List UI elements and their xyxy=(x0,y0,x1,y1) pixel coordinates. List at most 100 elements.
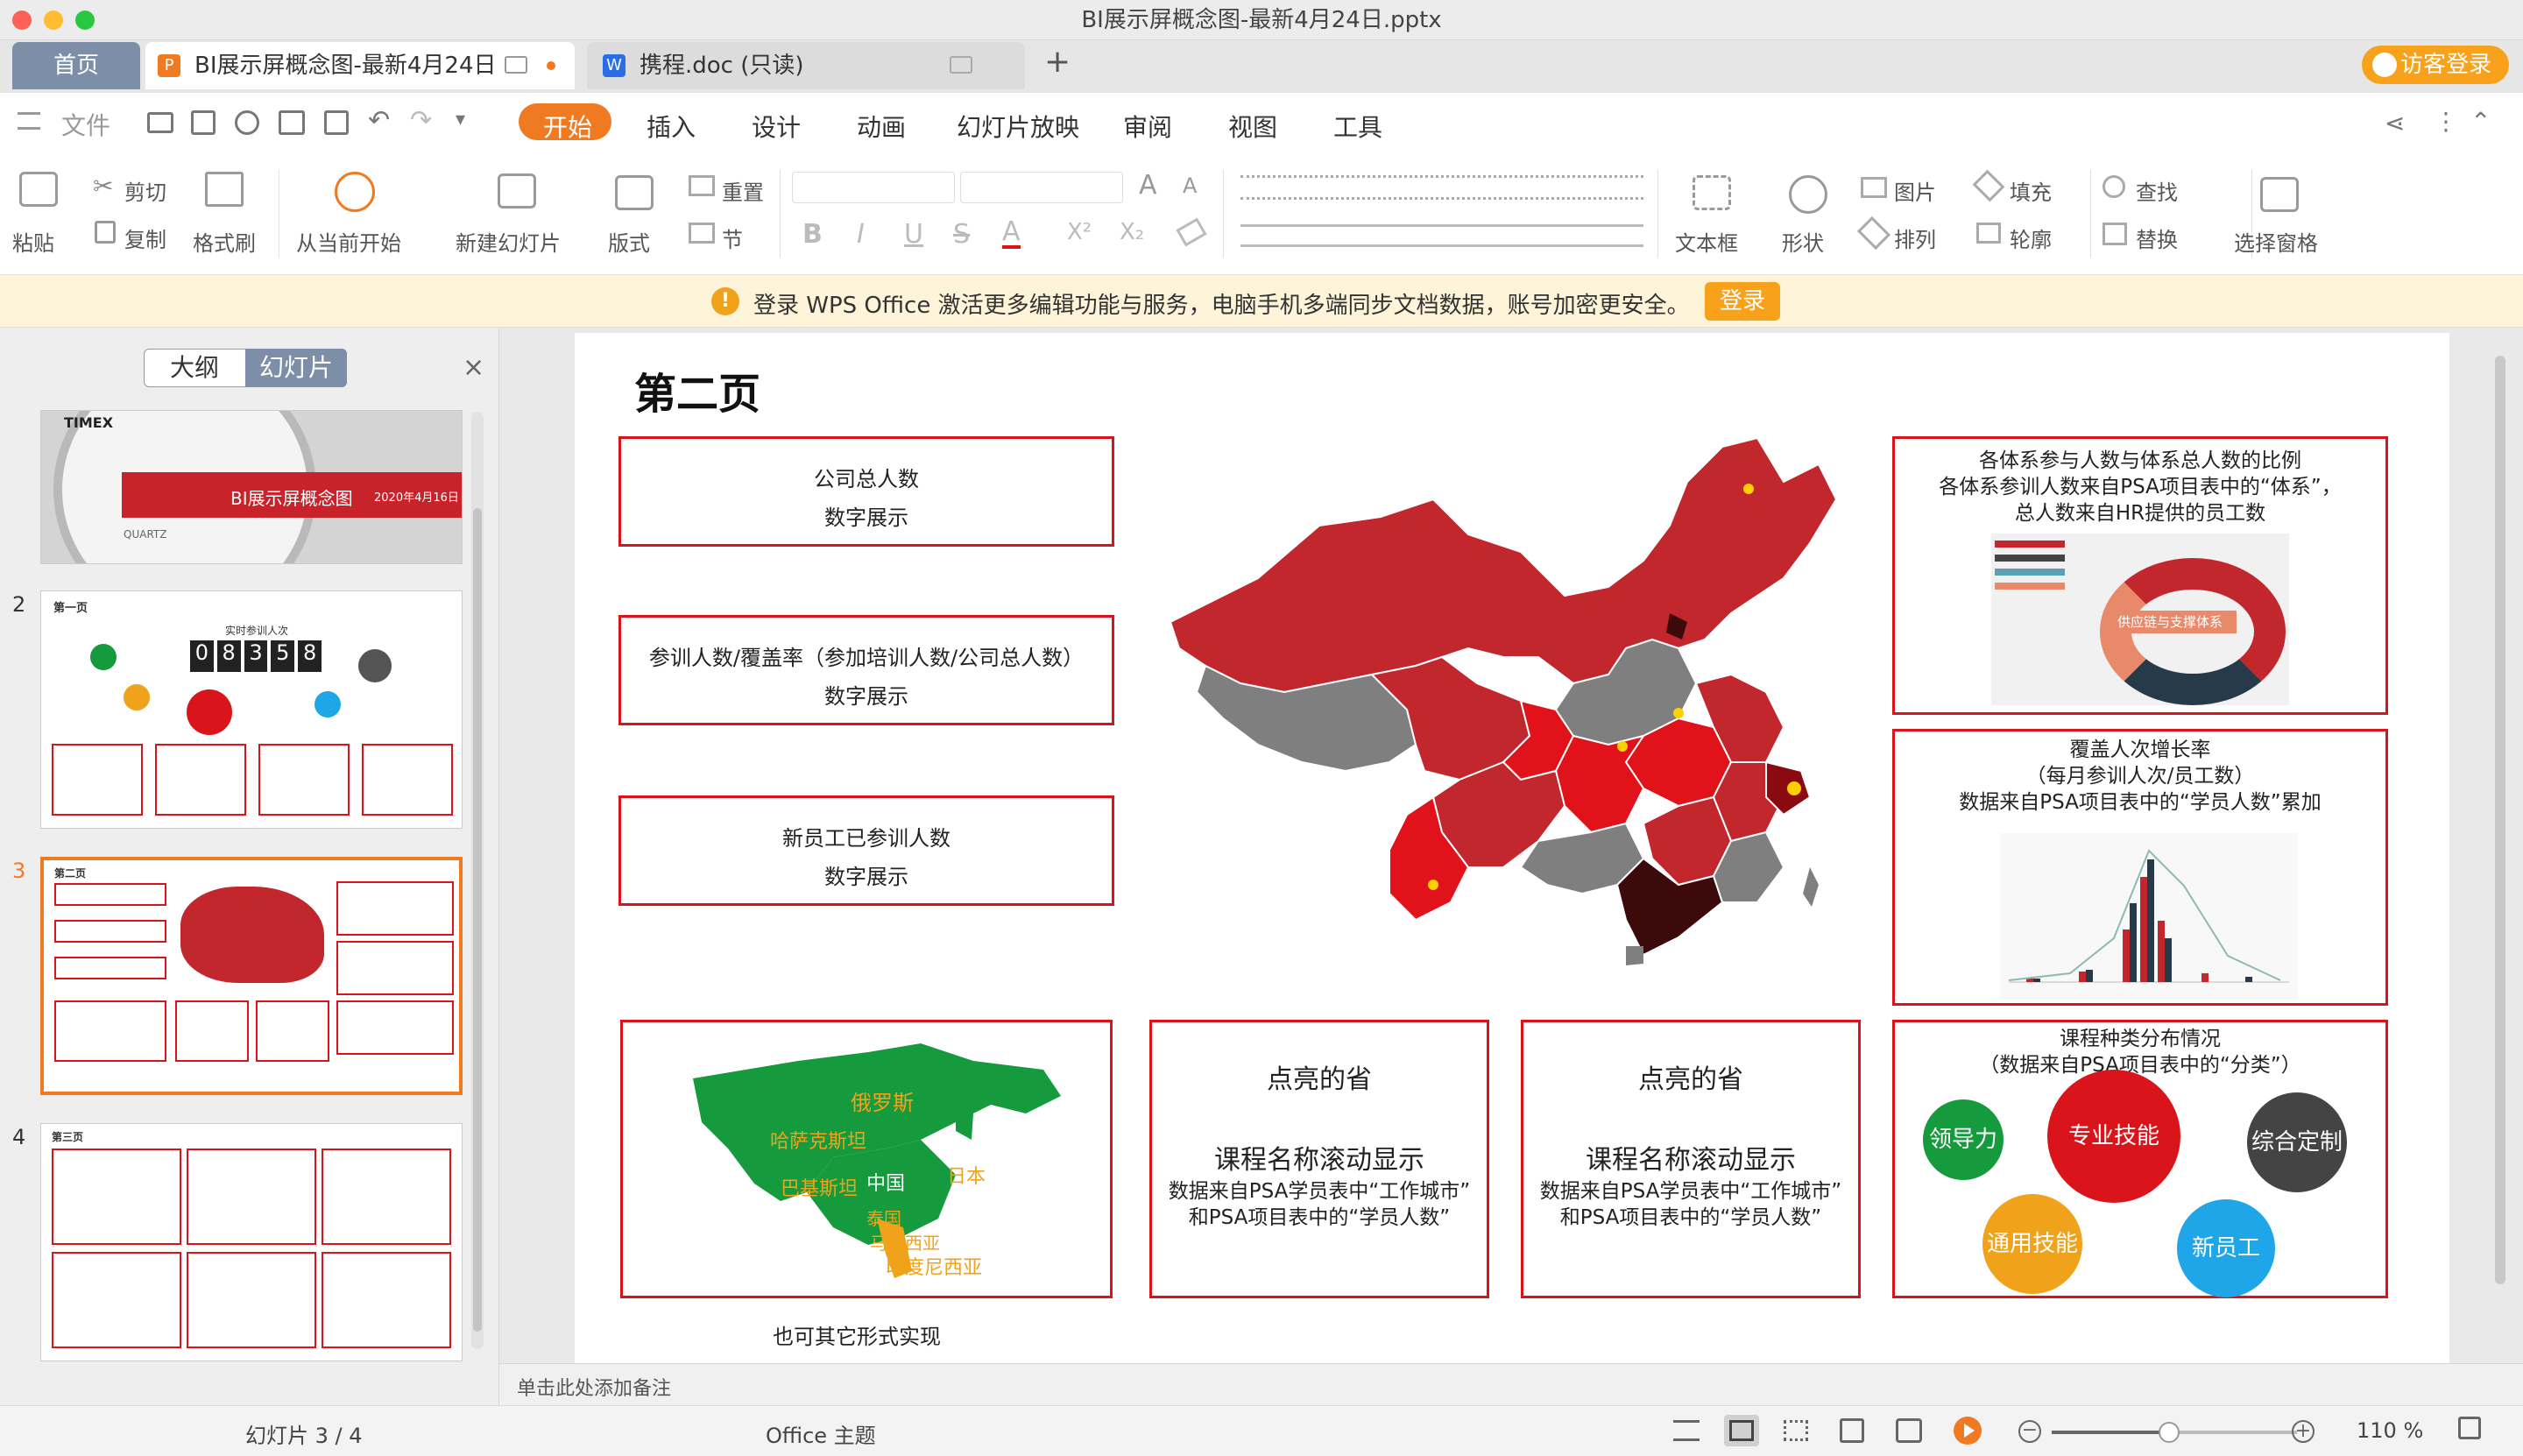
find-button[interactable]: 查找 xyxy=(2136,175,2178,206)
font-color-icon[interactable]: A xyxy=(1002,219,1021,249)
subscript-icon[interactable]: X₂ xyxy=(1120,219,1144,245)
underline-icon[interactable]: U xyxy=(904,219,923,250)
fill-icon[interactable] xyxy=(1972,169,2005,202)
decrease-font-size-icon[interactable]: A xyxy=(1183,173,1197,198)
reading-view-icon[interactable] xyxy=(1840,1418,1864,1443)
reset-icon[interactable] xyxy=(689,175,715,196)
new-slide-button[interactable]: 新建幻灯片 xyxy=(456,226,561,257)
section-icon[interactable] xyxy=(689,223,715,244)
hamburger-menu-icon[interactable] xyxy=(18,112,40,130)
tab-animation[interactable]: 动画 xyxy=(857,109,906,144)
strikethrough-icon[interactable]: S xyxy=(953,219,970,250)
banner-login-button[interactable]: 登录 xyxy=(1705,282,1780,321)
collapse-ribbon-icon[interactable]: ⌃ xyxy=(2470,107,2491,136)
thumbnail-scrollbar-thumb[interactable] xyxy=(473,508,482,1332)
paragraph-align-tools[interactable] xyxy=(1240,224,1643,247)
box-participation-rate[interactable]: 参训人数/覆盖率（参加培训人数/公司总人数） 数字展示 xyxy=(618,615,1114,725)
undo-icon[interactable]: ↶ xyxy=(368,105,390,136)
replace-icon[interactable] xyxy=(2102,223,2127,245)
shape-button[interactable]: 形状 xyxy=(1782,226,1824,257)
arrange-icon[interactable] xyxy=(1856,216,1891,251)
italic-icon[interactable]: I xyxy=(857,219,865,250)
slide-thumbnail-3-active[interactable]: 第二页 xyxy=(40,857,463,1095)
zoom-slider-handle[interactable] xyxy=(2159,1422,2180,1443)
map-marker[interactable] xyxy=(1787,781,1801,795)
bubble-leadership[interactable]: 领导力 xyxy=(1923,1099,2004,1180)
zoom-in-icon[interactable]: + xyxy=(2292,1420,2315,1443)
bubble-general-skills[interactable]: 通用技能 xyxy=(1982,1194,2082,1294)
play-from-current-icon[interactable] xyxy=(335,172,375,212)
box-new-employee-trained[interactable]: 新员工已参训人数 数字展示 xyxy=(618,795,1114,906)
shape-icon[interactable] xyxy=(1789,175,1827,214)
notes-toggle-icon[interactable] xyxy=(1673,1420,1700,1441)
format-painter-icon[interactable] xyxy=(205,172,244,207)
slide-thumbnail-1[interactable]: TIMEX QUARTZ BI展示屏概念图 2020年4月16日 xyxy=(40,410,463,564)
layout-button[interactable]: 版式 xyxy=(608,226,650,257)
box-company-headcount[interactable]: 公司总人数 数字展示 xyxy=(618,436,1114,547)
tab-outline[interactable]: 大纲 xyxy=(144,349,245,387)
china-map[interactable] xyxy=(1153,429,1854,972)
bubble-new-employee[interactable]: 新员工 xyxy=(2177,1199,2275,1297)
fill-button[interactable]: 填充 xyxy=(2010,175,2052,206)
map-marker[interactable] xyxy=(1617,741,1628,752)
cut-icon[interactable]: ✂ xyxy=(93,172,113,201)
paragraph-list-tools[interactable] xyxy=(1240,175,1643,200)
picture-icon[interactable] xyxy=(1861,177,1887,198)
format-painter-button[interactable]: 格式刷 xyxy=(193,226,256,257)
textbox-icon[interactable] xyxy=(1693,175,1731,210)
find-icon[interactable] xyxy=(2102,175,2125,198)
select-pane-button[interactable]: 选择窗格 xyxy=(2234,226,2318,257)
thumbnail-scrollbar[interactable] xyxy=(471,412,484,1349)
outline-icon[interactable] xyxy=(1976,223,2001,244)
tab-slides[interactable]: 幻灯片 xyxy=(245,349,347,387)
select-pane-icon[interactable] xyxy=(2260,177,2299,212)
increase-font-size-icon[interactable]: A xyxy=(1139,170,1157,201)
play-from-current-button[interactable]: 从当前开始 xyxy=(296,226,401,257)
new-slide-icon[interactable] xyxy=(498,173,536,209)
box-lit-provinces-2[interactable]: 点亮的省 课程名称滚动显示 数据来自PSA学员表中“工作城市” 和PSA项目表中… xyxy=(1521,1020,1861,1298)
layout-icon[interactable] xyxy=(615,175,654,210)
file-menu[interactable]: 文件 xyxy=(61,107,110,142)
paste-icon[interactable] xyxy=(19,172,58,207)
box-coverage-growth[interactable]: 覆盖人次增长率 （每月参训人次/员工数） 数据来自PSA项目表中的“学员人数”累… xyxy=(1892,729,2388,1006)
notes-placeholder[interactable]: 单击此处添加备注 xyxy=(517,1373,671,1401)
font-size-select[interactable] xyxy=(960,172,1123,203)
box-course-categories[interactable]: 课程种类分布情况 （数据来自PSA项目表中的“分类”） 领导力 专业技能 综合定… xyxy=(1892,1020,2388,1298)
tab-review[interactable]: 审阅 xyxy=(1123,109,1172,144)
reset-button[interactable]: 重置 xyxy=(722,175,764,206)
map-marker[interactable] xyxy=(1743,484,1754,494)
font-name-select[interactable] xyxy=(792,172,955,203)
slide-thumbnail-2[interactable]: 第一页 实时参训人次 0 8 3 5 8 xyxy=(40,590,463,829)
bubble-professional-skills[interactable]: 专业技能 xyxy=(2047,1070,2180,1203)
outline-button[interactable]: 轮廓 xyxy=(2010,223,2052,253)
save-icon[interactable] xyxy=(191,110,216,135)
quick-access-dropdown-icon[interactable]: ▾ xyxy=(456,109,465,131)
open-folder-icon[interactable] xyxy=(147,112,173,133)
paste-button[interactable]: 粘贴 xyxy=(12,226,54,257)
guest-login-button[interactable]: 访客登录 xyxy=(2362,46,2509,84)
tab-document-active[interactable]: P BI展示屏概念图-最新4月24日 xyxy=(145,42,575,89)
arrange-button[interactable]: 排列 xyxy=(1894,223,1936,253)
picture-button[interactable]: 图片 xyxy=(1894,175,1936,206)
asia-map-caption[interactable]: 也可其它形式实现 xyxy=(773,1319,941,1350)
tab-design[interactable]: 设计 xyxy=(752,109,801,144)
theme-name[interactable]: Office 主题 xyxy=(766,1418,876,1449)
copy-button[interactable]: 复制 xyxy=(124,223,166,253)
slide-sorter-icon[interactable] xyxy=(1784,1420,1808,1441)
notes-pane[interactable]: 单击此处添加备注 xyxy=(499,1363,2523,1405)
bold-icon[interactable]: B xyxy=(802,219,823,250)
presenter-view-icon[interactable] xyxy=(1896,1418,1922,1443)
more-options-icon[interactable]: ⋮ xyxy=(2434,107,2458,136)
print-icon[interactable] xyxy=(279,110,305,135)
bubble-custom[interactable]: 综合定制 xyxy=(2247,1092,2347,1192)
box-asia-map[interactable]: 俄罗斯 哈萨克斯坦 巴基斯坦 中国 日本 泰国 马来西亚 印度尼西亚 xyxy=(620,1020,1113,1298)
tab-insert[interactable]: 插入 xyxy=(647,109,696,144)
replace-button[interactable]: 替换 xyxy=(2136,223,2178,253)
tab-tools[interactable]: 工具 xyxy=(1333,109,1382,144)
fit-window-icon[interactable] xyxy=(2458,1417,2481,1439)
print-preview-icon[interactable] xyxy=(324,110,349,135)
map-marker[interactable] xyxy=(1428,880,1438,890)
play-slideshow-button[interactable] xyxy=(1954,1417,1982,1445)
box-lit-provinces-1[interactable]: 点亮的省 课程名称滚动显示 数据来自PSA学员表中“工作城市” 和PSA项目表中… xyxy=(1149,1020,1489,1298)
superscript-icon[interactable]: X² xyxy=(1067,219,1092,245)
